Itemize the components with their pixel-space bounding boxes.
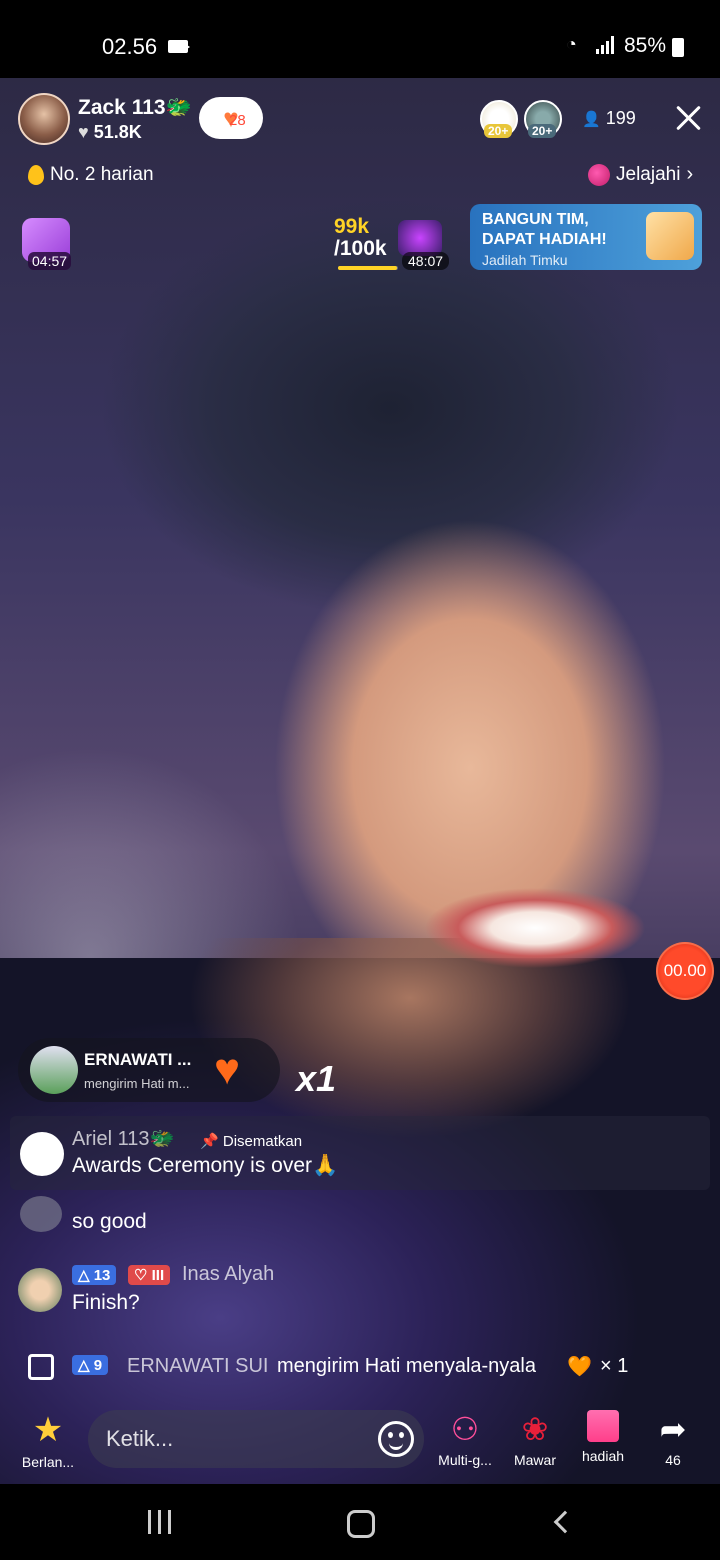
gift-count: × 1 — [600, 1355, 629, 1377]
emoji-icon[interactable] — [378, 1421, 414, 1457]
back-icon[interactable] — [553, 1510, 577, 1534]
follow-button[interactable]: ♥ 28 — [199, 97, 263, 139]
gift-icon — [28, 1354, 54, 1380]
multi-guest-label: Multi-g... — [438, 1452, 492, 1468]
pin-label-text: Disematkan — [222, 1133, 303, 1150]
gift-sender[interactable]: ERNAWATI SUI — [127, 1355, 268, 1378]
gift-multiplier: x1 — [296, 1058, 337, 1099]
follow-count: 28 — [229, 112, 246, 129]
timed-gift-countdown: 04:57 — [28, 252, 72, 270]
goal-target: /100k — [334, 237, 387, 260]
host-likes-value: 51.8K — [93, 121, 142, 142]
level-badge: △ 13 — [72, 1265, 117, 1285]
gifter-name: ERNAWATI ... — [84, 1050, 192, 1069]
record-button[interactable]: 00.00 — [656, 942, 714, 1000]
star-icon: ★ — [32, 1411, 64, 1449]
video-smile — [420, 878, 650, 1008]
top-viewer-1-badge: 20+ — [484, 124, 513, 138]
gift-notification: ERNAWATI ... mengirim Hati m... — [18, 1038, 280, 1102]
flaming-heart-icon: ♥ — [214, 1045, 241, 1094]
heart-gift-icon: 🧡 — [567, 1356, 592, 1378]
close-icon[interactable] — [672, 102, 704, 134]
goal-progress-bar — [338, 266, 398, 270]
gift-box-icon — [646, 212, 694, 260]
host-card[interactable]: Zack 113🐲 ♥ 51.8K — [18, 92, 192, 146]
comment-author[interactable]: Inas Alyah — [182, 1263, 274, 1286]
gifter-avatar[interactable] — [30, 1046, 78, 1094]
viewer-count-value: 199 — [605, 108, 636, 128]
goal-gift-icon[interactable] — [398, 220, 442, 256]
comment-avatar[interactable] — [20, 1196, 62, 1232]
status-bar: 02.56 ◔ 85% — [0, 0, 720, 78]
fan-badge: ♡ III — [128, 1265, 171, 1285]
top-viewer-2-badge: 20+ — [528, 124, 557, 138]
pin-label: 📌 Disematkan — [200, 1132, 302, 1150]
comment-text: Finish? — [72, 1291, 140, 1314]
comment-text: so good — [72, 1210, 147, 1233]
multi-guest-icon: ⚇ — [450, 1411, 480, 1447]
daily-rank[interactable]: No. 2 harian — [28, 164, 154, 186]
battery-percent: 85% — [624, 34, 667, 57]
explore-icon — [588, 163, 610, 186]
gift-system-message: △ 9 ERNAWATI SUI mengirim Hati menyala-n… — [20, 1350, 710, 1386]
record-timer: 00.00 — [663, 961, 707, 980]
heart-icon: ♥ — [78, 121, 89, 142]
team-banner[interactable]: BANGUN TIM, DAPAT HADIAH! Jadilah Timku — [470, 204, 702, 270]
signal-icon — [596, 36, 616, 54]
explore-star-button[interactable]: ★ Berlan... — [14, 1410, 82, 1470]
pin-icon: 📌 — [200, 1133, 219, 1150]
status-time: 02.56 — [102, 34, 158, 59]
camera-icon — [168, 40, 190, 53]
comment-author[interactable]: Ariel 113🐲 — [72, 1126, 174, 1151]
explore-star-label: Berlan... — [21, 1454, 75, 1470]
gift-button[interactable]: hadiah — [572, 1410, 634, 1464]
person-icon: 👤 — [582, 111, 601, 128]
host-likes: ♥ 51.8K — [78, 122, 192, 143]
daily-rank-label: No. 2 harian — [50, 164, 154, 185]
multi-guest-button[interactable]: ⚇ Multi-g... — [432, 1410, 498, 1468]
gift-action-text: mengirim Hati menyala-nyala — [277, 1355, 536, 1377]
comment-text: Awards Ceremony is over🙏 — [72, 1154, 339, 1177]
wifi-icon: ◔ — [566, 34, 577, 54]
goal-current: 99k — [334, 215, 370, 238]
gift-box-icon — [587, 1410, 619, 1442]
viewer-count[interactable]: 👤 199 — [582, 108, 636, 129]
gift-action: mengirim Hati m... — [84, 1076, 190, 1091]
rose-icon: ❀ — [521, 1411, 549, 1447]
recent-apps-icon[interactable] — [148, 1510, 172, 1534]
home-icon[interactable] — [347, 1510, 375, 1538]
goal-progress-fill — [338, 266, 398, 270]
explore-label: Jelajahi — [616, 163, 681, 185]
comment-avatar[interactable] — [20, 1132, 64, 1176]
gift-goal[interactable]: 99k /100k — [334, 216, 387, 260]
timed-gift-box[interactable]: 04:57 — [18, 218, 74, 270]
share-icon: ➦ — [659, 1411, 687, 1447]
goal-countdown: 48:07 — [402, 252, 450, 270]
comment-input[interactable] — [106, 1422, 366, 1456]
rose-label: Mawar — [513, 1452, 556, 1468]
comment-input-box[interactable] — [88, 1410, 424, 1468]
system-nav-bar — [0, 1484, 720, 1560]
fire-icon — [28, 165, 44, 185]
host-name: Zack 113🐲 — [78, 95, 192, 119]
chevron-right-icon: › — [686, 163, 694, 185]
battery-icon — [672, 38, 684, 57]
rose-button[interactable]: ❀ Mawar — [504, 1410, 566, 1468]
host-avatar[interactable] — [18, 93, 70, 145]
comment-avatar[interactable] — [18, 1268, 62, 1312]
share-count: 46 — [665, 1452, 681, 1468]
share-button[interactable]: ➦ 46 — [644, 1410, 702, 1468]
level-badge: △ 9 — [72, 1355, 109, 1375]
pinned-comment[interactable]: Ariel 113🐲 📌 Disematkan Awards Ceremony … — [10, 1116, 710, 1190]
gift-label: hadiah — [581, 1448, 625, 1464]
explore-button[interactable]: Jelajahi › — [588, 163, 693, 186]
